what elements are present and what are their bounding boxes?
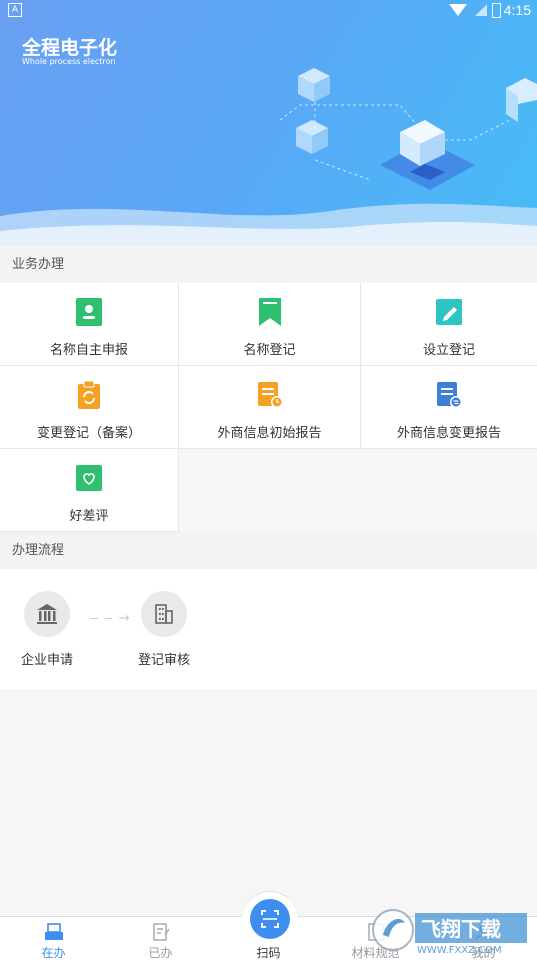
business-item-label: 名称自主申报 (49, 343, 128, 358)
tab-label: 在办 (41, 946, 66, 960)
watermark-text-cn: 飞翔下载 (421, 917, 501, 941)
business-item-name-registration[interactable]: 名称登记 (179, 283, 361, 366)
process-flow: 企业申请 ‒ ‒ → 登记审核 (0, 569, 537, 689)
business-item-label: 外商信息初始报告 (217, 426, 322, 441)
tab-in-progress[interactable]: 在办 (0, 917, 107, 963)
status-bar: A 4:15 (0, 0, 537, 20)
business-item-label: 设立登记 (422, 343, 475, 358)
clipboard-refresh-icon (78, 380, 100, 409)
business-item-evaluation[interactable]: 好差评 (0, 449, 179, 532)
bookmark-icon (258, 298, 281, 326)
done-document-icon (152, 923, 170, 941)
heart-badge-icon (76, 465, 102, 491)
status-time: 4:15 (503, 2, 531, 18)
process-step-label: 登记审核 (137, 653, 190, 668)
tab-scan[interactable]: 扫码 (215, 891, 322, 963)
business-section-title: 业务办理 (0, 246, 537, 283)
edit-ticket-icon (436, 299, 462, 325)
process-step-review: 登记审核 (119, 591, 209, 668)
business-item-change-registration[interactable]: 变更登记（备案） (0, 366, 179, 449)
business-item-label: 好差评 (69, 509, 109, 524)
watermark-text-en: WWW.FXXZ.COM (417, 945, 502, 955)
office-building-icon (141, 591, 187, 637)
hero-title: 全程电子化 (22, 37, 118, 59)
business-item-foreign-change-report[interactable]: 外商信息变更报告 (361, 366, 537, 449)
process-step-label: 企业申请 (20, 653, 73, 668)
bank-building-icon (24, 591, 70, 637)
watermark-logo: 飞翔下载 WWW.FXXZ.COM (371, 905, 529, 956)
business-item-setup-registration[interactable]: 设立登记 (361, 283, 537, 366)
process-section-title: 办理流程 (0, 532, 537, 569)
inbox-icon (44, 923, 63, 940)
business-item-name-self-declare[interactable]: 名称自主申报 (0, 283, 179, 366)
business-item-label: 变更登记（备案） (36, 426, 141, 441)
document-clock-icon (257, 382, 283, 408)
battery-icon (492, 3, 501, 18)
hero-wave (0, 203, 537, 246)
scan-icon (250, 899, 290, 939)
tab-label: 扫码 (256, 946, 281, 960)
wifi-icon (449, 4, 467, 16)
business-item-label: 名称登记 (243, 343, 296, 358)
process-step-apply: 企业申请 (2, 591, 92, 668)
hero-banner: A 4:15 全程电子化 Whole process electron (0, 0, 537, 246)
document-swap-icon (437, 382, 462, 408)
tab-done[interactable]: 已办 (107, 917, 214, 963)
id-book-icon (76, 298, 102, 326)
hero-subtitle: Whole process electron (22, 57, 116, 66)
business-item-foreign-initial-report[interactable]: 外商信息初始报告 (179, 366, 361, 449)
business-item-label: 外商信息变更报告 (396, 426, 501, 441)
tab-label: 已办 (148, 946, 173, 960)
scan-button[interactable] (242, 891, 298, 948)
notification-icon: A (8, 3, 22, 17)
signal-icon (475, 4, 487, 16)
cubes-illustration (280, 68, 537, 190)
